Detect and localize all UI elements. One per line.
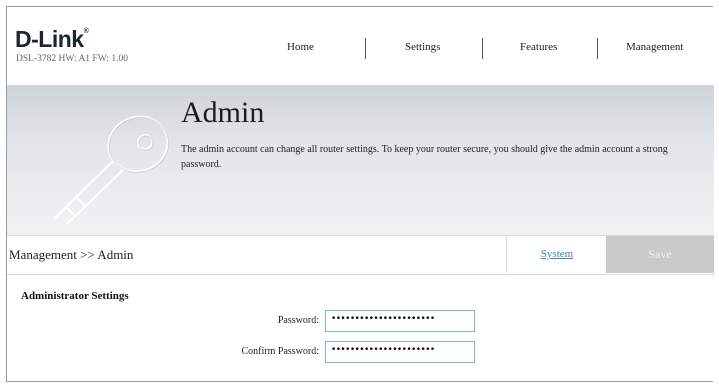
nav-management[interactable]: Management [626, 41, 683, 53]
confirm-password-label: Confirm Password: [241, 346, 320, 357]
nav-divider [482, 38, 483, 59]
password-field[interactable]: •••••••••••••••••••••• [325, 310, 475, 332]
section-title: Administrator Settings [21, 290, 129, 302]
nav-settings[interactable]: Settings [405, 41, 440, 53]
page-description: The admin account can change all router … [181, 144, 668, 170]
nav-divider [365, 38, 366, 59]
nav-home[interactable]: Home [287, 41, 314, 53]
page-title: Admin [181, 96, 265, 129]
system-link[interactable]: System [506, 236, 607, 273]
page-banner: Admin The admin account can change all r… [7, 85, 714, 236]
confirm-password-row: Confirm Password: •••••••••••••••••••••• [7, 341, 714, 363]
breadcrumb: Management >> Admin [9, 247, 134, 262]
dlink-logo: D-Link® [15, 26, 89, 52]
action-bar: Management >> Admin System Save [7, 235, 714, 275]
router-admin-window: D-Link® DSL-3782 HW: A1 FW: 1.00 Home Se… [6, 6, 714, 382]
hardware-firmware-info: DSL-3782 HW: A1 FW: 1.00 [16, 54, 128, 64]
nav-divider [597, 38, 598, 59]
password-row: Password: •••••••••••••••••••••• [7, 310, 714, 332]
save-button[interactable]: Save [606, 236, 714, 273]
header: D-Link® DSL-3782 HW: A1 FW: 1.00 Home Se… [7, 7, 714, 85]
password-label: Password: [277, 315, 319, 326]
nav-features[interactable]: Features [520, 41, 557, 53]
key-icon [54, 115, 170, 225]
confirm-password-field[interactable]: •••••••••••••••••••••• [325, 341, 475, 363]
